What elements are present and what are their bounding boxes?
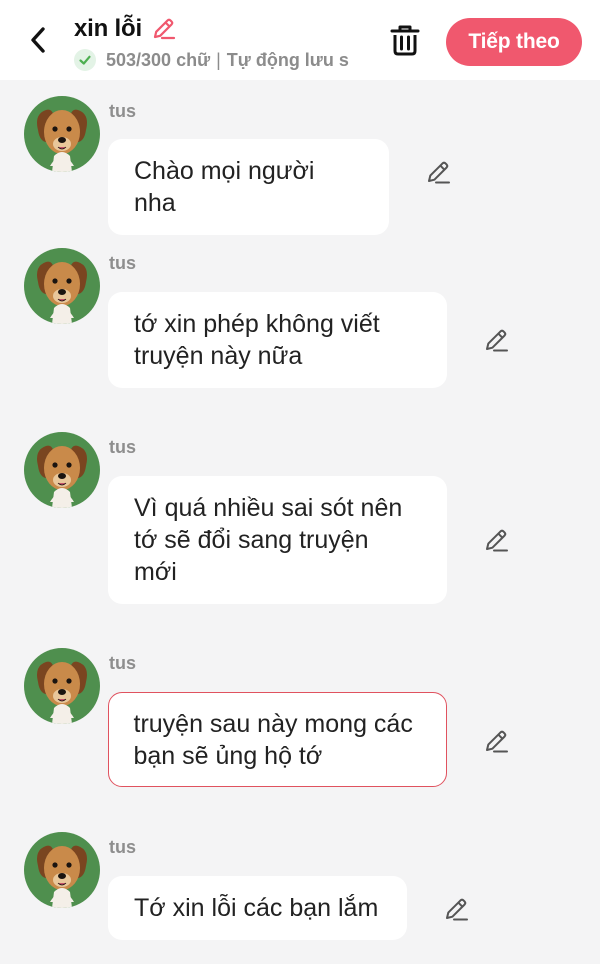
edit-message-button[interactable] [482, 527, 510, 555]
message-bubble[interactable]: tớ xin phép không viết truyện này nữa [108, 292, 447, 388]
message-text-line: truyện này nữa [134, 342, 303, 370]
avatar[interactable] [24, 648, 100, 724]
top-bar: xin lỗi 503/300 chữ | Tự động lưu s Tiếp… [0, 0, 600, 80]
edit-message-button[interactable] [482, 728, 510, 756]
message-author: tus [109, 653, 136, 673]
message-text-line: Chào mọi người nha [134, 157, 315, 217]
message-text-line: tớ xin phép không viết [134, 310, 380, 338]
avatar[interactable] [24, 832, 100, 908]
avatar[interactable] [24, 96, 100, 172]
message-author: tus [109, 437, 136, 457]
pencil-icon [486, 730, 508, 753]
message-text-line: mới [134, 558, 177, 586]
message-text-line: Vì quá nhiều sai sót nên [134, 494, 403, 522]
dog-avatar [24, 432, 100, 508]
message-bubble[interactable]: Vì quá nhiều sai sót nên tớ sẽ đổi sang t… [108, 476, 447, 604]
edit-message-button[interactable] [482, 327, 510, 355]
message-text-line: bạn sẽ ủng hộ tớ [133, 741, 323, 770]
story-title-block: xin lỗi 503/300 chữ | Tự động lưu s [74, 14, 374, 72]
message-text-line: truyện sau này mong các [133, 709, 413, 738]
pencil-icon [486, 329, 508, 352]
delete-button[interactable] [388, 22, 422, 58]
edit-message-button[interactable] [442, 896, 470, 924]
pencil-icon [428, 161, 450, 184]
story-title[interactable]: xin lỗi [74, 15, 142, 43]
status-separator: | [216, 49, 221, 70]
autosave-status: Tự động lưu s [226, 49, 349, 70]
save-status: 503/300 chữ | Tự động lưu s [74, 48, 362, 72]
dog-avatar [24, 248, 100, 324]
message-bubble[interactable]: Chào mọi người nha [108, 139, 389, 235]
trash-icon [390, 25, 420, 56]
dog-avatar [24, 96, 100, 172]
back-button[interactable] [22, 22, 54, 58]
pencil-icon [486, 529, 508, 552]
check-circle-icon [74, 49, 96, 71]
message-author: tus [109, 101, 136, 121]
pencil-icon[interactable] [150, 16, 176, 42]
message-author: tus [109, 253, 136, 273]
dog-avatar [24, 648, 100, 724]
chevron-left-icon [31, 27, 45, 53]
message-author: tus [109, 837, 136, 857]
message-bubble[interactable]: Tớ xin lỗi các bạn lắm [108, 876, 407, 940]
next-button[interactable]: Tiếp theo [446, 18, 582, 66]
avatar[interactable] [24, 432, 100, 508]
avatar[interactable] [24, 248, 100, 324]
edit-message-button[interactable] [424, 159, 452, 187]
word-count: 503/300 chữ [106, 49, 211, 70]
pencil-icon [446, 898, 468, 921]
dog-avatar [24, 832, 100, 908]
message-bubble[interactable]: truyện sau này mong các bạn sẽ ủng hộ tớ [108, 692, 447, 787]
message-text-line: Tớ xin lỗi các bạn lắm [134, 894, 379, 922]
message-text-line: tớ sẽ đổi sang truyện [134, 526, 369, 554]
